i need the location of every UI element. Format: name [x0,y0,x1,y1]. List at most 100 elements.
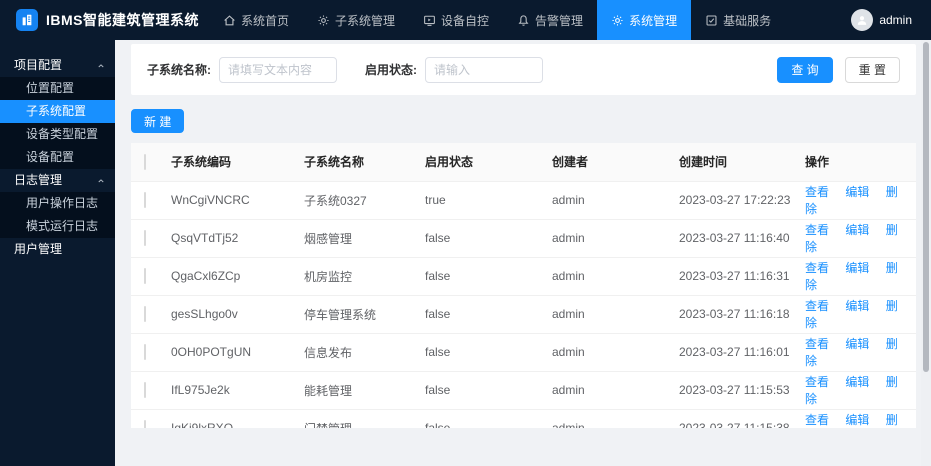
row-checkbox[interactable] [144,382,146,398]
header-spacer [785,0,851,40]
row-checkbox[interactable] [144,344,146,360]
cell-subsystem-name: 机房监控 [304,256,425,295]
sidebar-item-subsystem-config[interactable]: 子系统配置 [0,100,115,123]
user-menu[interactable]: admin [851,0,931,40]
edit-link[interactable]: 编辑 [845,261,869,275]
nav-item-home[interactable]: 系统首页 [209,0,303,40]
nav-item-basic-services[interactable]: 基础服务 [691,0,785,40]
nav-item-subsystem-mgmt[interactable]: 子系统管理 [303,0,409,40]
sidebar-item-location-config[interactable]: 位置配置 [0,77,115,100]
cell-subsystem-code: IfL975Je2k [171,370,304,409]
home-icon [223,14,236,27]
edit-link[interactable]: 编辑 [845,185,869,199]
logo-building-icon [16,9,38,31]
gear-icon [611,14,624,27]
cell-creator: admin [552,180,679,219]
cell-create-time: 2023-03-27 11:16:31 [679,256,805,295]
sidebar-group-log-mgmt[interactable]: 日志管理 [0,169,115,192]
cell-creator: admin [552,370,679,409]
edit-link[interactable]: 编辑 [845,413,869,427]
view-link[interactable]: 查看 [805,185,829,199]
cell-subsystem-name: 门禁管理 [304,408,425,428]
cell-creator: admin [552,256,679,295]
sidebar-item-device-config[interactable]: 设备配置 [0,146,115,169]
avatar-user-icon [851,9,874,31]
new-button[interactable]: 新 建 [131,109,185,133]
view-link[interactable]: 查看 [805,299,829,313]
row-checkbox[interactable] [144,420,146,428]
enable-status-label: 启用状态: [365,63,417,77]
cell-create-time: 2023-03-27 11:16:40 [679,218,805,257]
row-checkbox[interactable] [144,306,146,322]
cell-enable-status: false [425,370,552,409]
view-link[interactable]: 查看 [805,261,829,275]
view-link[interactable]: 查看 [805,375,829,389]
column-header-actions: 操作 [805,143,916,181]
row-checkbox[interactable] [144,230,146,246]
scrollbar-thumb[interactable] [923,42,929,372]
table-header-row: 子系统编码 子系统名称 启用状态 创建者 创建时间 操作 [131,143,916,181]
cell-subsystem-name: 子系统0327 [304,180,425,219]
row-checkbox[interactable] [144,268,146,284]
sidebar-group-user-mgmt[interactable]: 用户管理 [0,238,115,261]
chevron-up-icon [97,62,105,70]
edit-link[interactable]: 编辑 [845,337,869,351]
sidebar-item-mode-run-log[interactable]: 模式运行日志 [0,215,115,238]
enable-status-input[interactable] [425,56,543,83]
select-all-checkbox[interactable] [144,153,146,170]
nav-item-alarm-mgmt[interactable]: 告警管理 [503,0,597,40]
row-checkbox[interactable] [144,192,146,208]
view-link[interactable]: 查看 [805,337,829,351]
cell-create-time: 2023-03-27 11:15:53 [679,370,805,409]
cell-create-time: 2023-03-27 17:22:23 [679,180,805,219]
column-header-creator: 创建者 [552,143,679,181]
cell-subsystem-code: QgaCxl6ZCp [171,256,304,295]
sidebar-submenu-log-mgmt: 用户操作日志 模式运行日志 [0,192,115,238]
edit-link[interactable]: 编辑 [845,223,869,237]
top-header: IBMS智能建筑管理系统 系统首页 子系统管理 设备自控 告警管理 系统管理 基… [0,0,931,40]
cell-subsystem-code: gesSLhgo0v [171,294,304,333]
search-button[interactable]: 查 询 [777,56,833,83]
cell-subsystem-name: 烟感管理 [304,218,425,257]
cell-subsystem-name: 能耗管理 [304,370,425,409]
cell-creator: admin [552,332,679,371]
table-row: WnCgiVNCRC 子系统0327 true admin 2023-03-27… [131,180,916,219]
cell-enable-status: false [425,408,552,428]
subsystem-name-input[interactable] [219,56,337,83]
cell-create-time: 2023-03-27 11:16:18 [679,294,805,333]
bell-icon [517,14,530,27]
cell-subsystem-name: 停车管理系统 [304,294,425,333]
cell-create-time: 2023-03-27 11:16:01 [679,332,805,371]
column-header-code: 子系统编码 [171,143,304,181]
sidebar: 项目配置 位置配置 子系统配置 设备类型配置 设备配置 日志管理 用户操作日志 … [0,40,115,466]
sidebar-group-label: 用户管理 [14,242,63,256]
services-icon [705,14,718,27]
cell-enable-status: false [425,218,552,257]
sidebar-item-user-operation-log[interactable]: 用户操作日志 [0,192,115,215]
cell-subsystem-code: IqKj9lxRXO [171,408,304,428]
sidebar-group-project-config[interactable]: 项目配置 [0,54,115,77]
cell-enable-status: true [425,180,552,219]
reset-button[interactable]: 重 置 [844,56,900,83]
cell-create-time: 2023-03-27 11:15:38 [679,408,805,428]
sidebar-item-device-type-config[interactable]: 设备类型配置 [0,123,115,146]
scrollbar-track[interactable] [921,40,931,466]
column-header-time: 创建时间 [679,143,805,181]
table-row: gesSLhgo0v 停车管理系统 false admin 2023-03-27… [131,294,916,333]
monitor-icon [423,14,436,27]
view-link[interactable]: 查看 [805,413,829,427]
edit-link[interactable]: 编辑 [845,299,869,313]
column-header-status: 启用状态 [425,143,552,181]
nav-item-label: 基础服务 [723,13,772,28]
cell-enable-status: false [425,256,552,295]
view-link[interactable]: 查看 [805,223,829,237]
chevron-up-icon [97,177,105,185]
nav-item-device-control[interactable]: 设备自控 [409,0,503,40]
sidebar-group-label: 日志管理 [14,173,63,187]
nav-item-label: 设备自控 [441,13,490,28]
cell-subsystem-code: 0OH0POTgUN [171,332,304,371]
nav-item-system-mgmt[interactable]: 系统管理 [597,0,692,40]
edit-link[interactable]: 编辑 [845,375,869,389]
table-row: QsqVTdTj52 烟感管理 false admin 2023-03-27 1… [131,218,916,257]
app-title: IBMS智能建筑管理系统 [46,12,199,28]
